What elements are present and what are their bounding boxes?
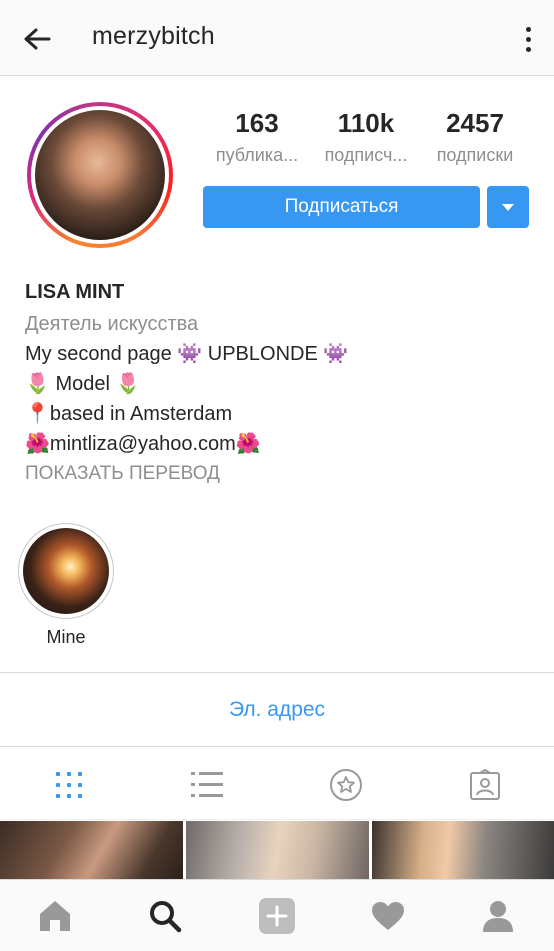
post-thumbnail[interactable] bbox=[372, 821, 554, 879]
bio-line: 🌷 Model 🌷 bbox=[25, 373, 141, 395]
following-label: подписки bbox=[436, 145, 514, 165]
bio-line: My second page 👾 UPBLONDE 👾 bbox=[25, 343, 349, 365]
show-translation-link[interactable]: ПОКАЗАТЬ ПЕРЕВОД bbox=[25, 459, 535, 489]
back-arrow-icon bbox=[24, 28, 51, 50]
followers-count: 110k bbox=[337, 108, 395, 138]
profile-view-tabs bbox=[0, 747, 554, 820]
suggested-dropdown-button[interactable] bbox=[487, 186, 529, 228]
follow-button[interactable]: Подписаться bbox=[203, 186, 480, 228]
email-contact-button[interactable]: Эл. адрес bbox=[0, 672, 554, 747]
list-icon bbox=[191, 772, 223, 797]
top-bar: merzybitch bbox=[0, 0, 554, 76]
profile-username: merzybitch bbox=[92, 22, 215, 50]
profile-category: Деятель искусства bbox=[25, 313, 199, 335]
nav-new-post[interactable] bbox=[255, 894, 299, 938]
bio-email-line[interactable]: 🌺mintliza@yahoo.com🌺 bbox=[25, 429, 535, 459]
posts-grid bbox=[0, 821, 554, 879]
nav-search[interactable] bbox=[143, 894, 187, 938]
nav-home[interactable] bbox=[33, 894, 77, 938]
grid-icon bbox=[56, 772, 82, 798]
stat-following[interactable]: 2457 подписки bbox=[420, 108, 530, 166]
highlight-cover bbox=[23, 528, 109, 614]
tagged-icon bbox=[470, 769, 500, 800]
bottom-navigation bbox=[0, 879, 554, 951]
post-thumbnail[interactable] bbox=[186, 821, 369, 879]
avatar-image bbox=[35, 110, 165, 240]
nav-activity[interactable] bbox=[366, 894, 410, 938]
stat-posts[interactable]: 163 публика... bbox=[202, 108, 312, 166]
tab-grid[interactable] bbox=[49, 765, 89, 805]
nav-profile[interactable] bbox=[476, 894, 520, 938]
back-button[interactable] bbox=[14, 18, 60, 60]
more-vertical-icon bbox=[525, 26, 531, 32]
tab-list[interactable] bbox=[187, 765, 227, 805]
profile-stats: 163 публика... 110k подписч... 2457 подп… bbox=[200, 108, 540, 178]
profile-full-name: LISA MINT bbox=[25, 281, 125, 303]
posts-label: публика... bbox=[215, 145, 299, 165]
highlight-label: Mine bbox=[46, 627, 86, 647]
add-post-icon bbox=[259, 898, 295, 934]
search-icon bbox=[150, 901, 182, 933]
profile-avatar[interactable] bbox=[27, 102, 173, 248]
followers-label: подписч... bbox=[324, 145, 408, 165]
stat-followers[interactable]: 110k подписч... bbox=[311, 108, 421, 166]
story-highlight[interactable]: Mine bbox=[18, 523, 114, 648]
home-icon bbox=[40, 901, 70, 931]
heart-icon bbox=[372, 902, 404, 930]
profile-bio: LISA MINT Деятель искусства My second pa… bbox=[25, 281, 535, 489]
following-count: 2457 bbox=[446, 108, 504, 138]
post-thumbnail[interactable] bbox=[0, 821, 183, 879]
star-icon bbox=[330, 769, 362, 801]
bio-line: 📍based in Amsterdam bbox=[25, 403, 233, 425]
profile-icon bbox=[483, 901, 513, 932]
tab-tagged[interactable] bbox=[465, 765, 505, 805]
more-options-button[interactable] bbox=[516, 18, 540, 60]
posts-count: 163 bbox=[235, 108, 279, 138]
email-contact-label: Эл. адрес bbox=[228, 697, 326, 721]
caret-down-icon bbox=[502, 203, 514, 211]
tab-saved[interactable] bbox=[326, 765, 366, 805]
